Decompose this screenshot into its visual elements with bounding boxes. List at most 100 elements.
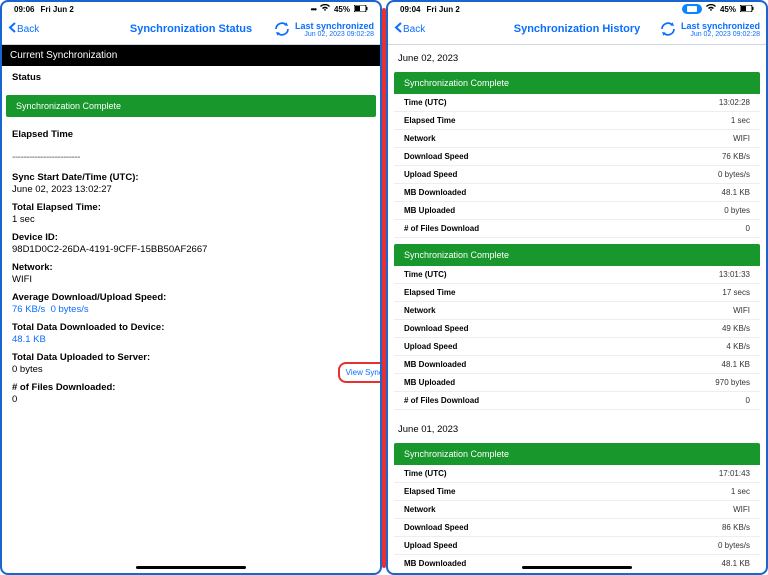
chevron-left-icon <box>8 22 16 36</box>
back-label: Back <box>403 24 425 35</box>
sync-icon[interactable] <box>659 20 677 38</box>
mbdown-value: 48.1 KB <box>722 188 750 197</box>
ul-speed-value: 0 bytes/s <box>51 304 89 315</box>
uploaded-label: Total Data Uploaded to Server: <box>12 352 370 363</box>
dlspeed-label: Download Speed <box>404 152 468 161</box>
time-label: Time (UTC) <box>404 469 447 478</box>
elapsed-value: 17 secs <box>722 288 750 297</box>
elapsed-value: 1 sec <box>12 214 370 225</box>
ulspeed-label: Upload Speed <box>404 541 457 550</box>
last-sync-label: Last synchronized <box>681 21 760 31</box>
start-value: June 02, 2023 13:02:27 <box>12 184 370 195</box>
battery-text: 45% <box>334 5 350 14</box>
battery-text: 45% <box>720 5 736 14</box>
device-value: 98D1D0C2-26DA-4191-9CFF-15BB50AF2667 <box>12 244 370 255</box>
last-sync-time: Jun 02, 2023 09:02:28 <box>681 31 760 38</box>
history-card[interactable]: Synchronization Complete Time (UTC) 13:01… <box>394 244 760 410</box>
uploaded-value: 0 bytes <box>12 364 370 375</box>
section-header: Current Synchronization <box>2 45 380 66</box>
filesdl-label: # of Files Download <box>404 224 479 233</box>
mbdown-label: MB Downloaded <box>404 559 466 566</box>
status-heading: Status <box>2 66 380 89</box>
mbdown-label: MB Downloaded <box>404 188 466 197</box>
mbdown-label: MB Downloaded <box>404 360 466 369</box>
dl-speed-value: 76 KB/s <box>12 304 45 315</box>
elapsed-heading: Elapsed Time <box>2 123 380 146</box>
ios-status-bar: 09:06 Fri Jun 2 ••• 45% <box>2 2 380 16</box>
nav-bar: Back Synchronization History Last synchr… <box>388 16 766 45</box>
ulspeed-value: 0 bytes/s <box>718 541 750 550</box>
last-sync-time: Jun 02, 2023 09:02:28 <box>295 31 374 38</box>
mbup-value: 0 bytes <box>724 206 750 215</box>
nav-bar: Back Synchronization Status Last synchro… <box>2 16 380 45</box>
speed-label: Average Download/Upload Speed: <box>12 292 370 303</box>
wifi-icon <box>706 4 716 14</box>
back-button[interactable]: Back <box>8 22 39 36</box>
mbup-value: 970 bytes <box>715 378 750 387</box>
history-scroll[interactable]: June 02, 2023 Synchronization Complete T… <box>388 45 766 566</box>
network-label: Network: <box>12 262 370 273</box>
dlspeed-value: 86 KB/s <box>722 523 750 532</box>
time-value: 17:01:43 <box>719 469 750 478</box>
screen-sync-history: 09:04 Fri Jun 2 45% B <box>386 0 768 575</box>
view-sync-history-callout[interactable]: View Sync History <box>338 362 382 383</box>
dlspeed-value: 49 KB/s <box>722 324 750 333</box>
elapsed-label: Total Elapsed Time: <box>12 202 370 213</box>
elapsed-value: 1 sec <box>731 116 750 125</box>
files-value: 0 <box>12 394 370 405</box>
divider-dashes: ------------------------ <box>2 152 380 167</box>
filesdl-value: 0 <box>746 396 750 405</box>
network-value: WIFI <box>12 274 370 285</box>
status-badge: Synchronization Complete <box>394 443 760 465</box>
dlspeed-value: 76 KB/s <box>722 152 750 161</box>
time-value: 13:02:28 <box>719 98 750 107</box>
history-card[interactable]: Synchronization Complete Time (UTC) 17:01… <box>394 443 760 566</box>
ios-status-bar: 09:04 Fri Jun 2 45% <box>388 2 766 16</box>
downloaded-label: Total Data Downloaded to Device: <box>12 322 370 333</box>
battery-icon <box>740 5 754 14</box>
time-label: Time (UTC) <box>404 98 447 107</box>
wifi-icon <box>320 4 330 14</box>
network-label: Network <box>404 306 436 315</box>
dlspeed-label: Download Speed <box>404 324 468 333</box>
dots-icon: ••• <box>311 5 316 14</box>
elapsed-label: Elapsed Time <box>404 288 455 297</box>
mbup-label: MB Uploaded <box>404 206 455 215</box>
ulspeed-label: Upload Speed <box>404 342 457 351</box>
filesdl-label: # of Files Download <box>404 396 479 405</box>
status-time: 09:04 <box>400 5 420 14</box>
network-value: WIFI <box>733 134 750 143</box>
sync-icon[interactable] <box>273 20 291 38</box>
network-value: WIFI <box>733 505 750 514</box>
ulspeed-value: 0 bytes/s <box>718 170 750 179</box>
chevron-left-icon <box>394 22 402 36</box>
status-time: 09:06 <box>14 5 34 14</box>
start-label: Sync Start Date/Time (UTC): <box>12 172 370 183</box>
date-header: June 01, 2023 <box>388 416 766 439</box>
home-indicator <box>136 566 246 569</box>
dlspeed-label: Download Speed <box>404 523 468 532</box>
status-badge: Synchronization Complete <box>394 244 760 266</box>
time-value: 13:01:33 <box>719 270 750 279</box>
time-label: Time (UTC) <box>404 270 447 279</box>
back-label: Back <box>17 24 39 35</box>
network-label: Network <box>404 505 436 514</box>
status-badge: Synchronization Complete <box>394 72 760 94</box>
ulspeed-label: Upload Speed <box>404 170 457 179</box>
network-label: Network <box>404 134 436 143</box>
screen-sync-status: 09:06 Fri Jun 2 ••• 45% Back <box>0 0 382 575</box>
files-label: # of Files Downloaded: <box>12 382 370 393</box>
device-label: Device ID: <box>12 232 370 243</box>
history-card[interactable]: Synchronization Complete Time (UTC) 13:02… <box>394 72 760 238</box>
back-button[interactable]: Back <box>394 22 425 36</box>
filesdl-value: 0 <box>746 224 750 233</box>
status-date: Fri Jun 2 <box>426 5 459 14</box>
status-date: Fri Jun 2 <box>40 5 73 14</box>
elapsed-label: Elapsed Time <box>404 116 455 125</box>
last-sync-label: Last synchronized <box>295 21 374 31</box>
elapsed-label: Elapsed Time <box>404 487 455 496</box>
ulspeed-value: 4 KB/s <box>726 342 750 351</box>
mbdown-value: 48.1 KB <box>722 360 750 369</box>
home-indicator <box>522 566 632 569</box>
downloaded-value: 48.1 KB <box>12 334 370 345</box>
